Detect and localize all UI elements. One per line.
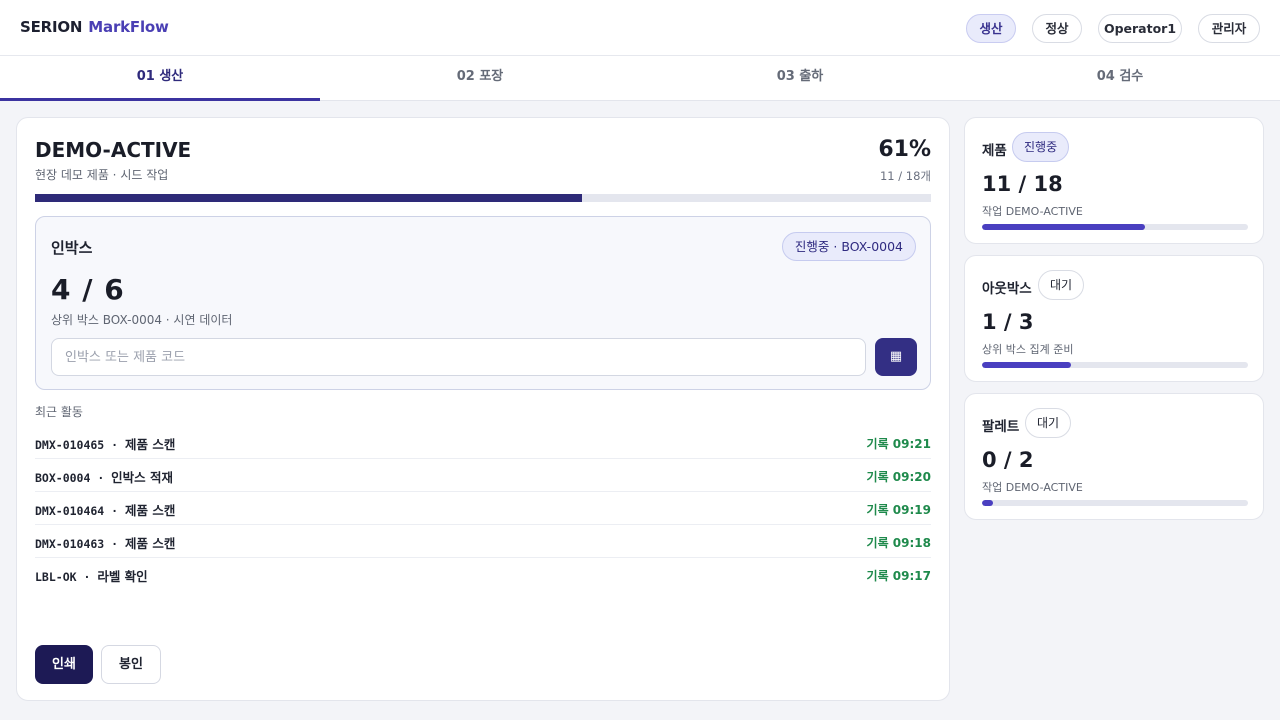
production-panel: DEMO-ACTIVE 현장 데모 제품 · 시드 작업 61% 11 / 18… bbox=[16, 117, 950, 701]
card-count: 1 / 3 bbox=[982, 310, 1034, 334]
barcode-icon: ▦ bbox=[889, 349, 903, 364]
seal-button[interactable]: 봉인 bbox=[101, 645, 161, 684]
activity-code: DMX-010465 bbox=[35, 438, 105, 452]
job-percent: 61% bbox=[878, 137, 931, 162]
activity-time: 기록 09:19 bbox=[866, 503, 931, 517]
activity-separator: · bbox=[90, 471, 112, 485]
activity-row: DMX-010463 · 제품 스캔 기록 09:18 bbox=[35, 525, 931, 558]
recent-activity-list: DMX-010465 · 제품 스캔 기록 09:21 BOX-0004 · 인… bbox=[35, 426, 931, 591]
status-badge: 진행중 bbox=[1012, 132, 1070, 162]
activity-action: 인박스 적재 bbox=[111, 470, 174, 485]
app-header: SERION MarkFlow 생산 정상 Operator1 관리자 bbox=[0, 0, 1280, 56]
activity-time: 기록 09:18 bbox=[866, 536, 931, 550]
activity-time: 기록 09:17 bbox=[866, 569, 931, 583]
activity-separator: · bbox=[104, 537, 126, 551]
job-title: DEMO-ACTIVE bbox=[35, 138, 192, 162]
card-title: 팔레트 bbox=[982, 419, 1020, 435]
status-badge: 대기 bbox=[1038, 270, 1085, 300]
card-progress-fill bbox=[982, 500, 993, 506]
brand-logo[interactable]: SERION MarkFlow bbox=[20, 18, 169, 36]
activity-code: LBL-OK bbox=[35, 570, 77, 584]
activity-time: 기록 09:21 bbox=[866, 437, 931, 451]
card-subtitle: 상위 박스 집계 준비 bbox=[982, 343, 1074, 356]
activity-row: BOX-0004 · 인박스 적재 기록 09:20 bbox=[35, 459, 931, 492]
job-progress-bar bbox=[35, 194, 931, 202]
job-subtitle: 현장 데모 제품 · 시드 작업 bbox=[35, 168, 169, 182]
tab-shipping[interactable]: 03 출하 bbox=[640, 56, 960, 100]
scan-button[interactable]: ▦ bbox=[875, 338, 917, 376]
job-count: 11 / 18개 bbox=[879, 169, 931, 183]
outbox-summary-card: 아웃박스 대기 1 / 3 상위 박스 집계 준비 bbox=[964, 255, 1264, 382]
activity-row: LBL-OK · 라벨 확인 기록 09:17 bbox=[35, 558, 931, 591]
activity-action: 제품 스캔 bbox=[125, 437, 176, 452]
status-badge: 대기 bbox=[1025, 408, 1072, 438]
card-title: 제품 bbox=[982, 143, 1007, 159]
activity-action: 제품 스캔 bbox=[125, 536, 176, 551]
status-pill-normal[interactable]: 정상 bbox=[1032, 14, 1082, 43]
scan-code-input[interactable] bbox=[51, 338, 866, 376]
card-subtitle: 작업 DEMO-ACTIVE bbox=[982, 481, 1083, 494]
inbox-title: 인박스 bbox=[51, 239, 93, 257]
activity-action: 제품 스캔 bbox=[125, 503, 176, 518]
card-subtitle: 작업 DEMO-ACTIVE bbox=[982, 205, 1083, 218]
activity-separator: · bbox=[76, 570, 98, 584]
activity-action: 라벨 확인 bbox=[97, 569, 148, 584]
tab-inspection[interactable]: 04 검수 bbox=[960, 56, 1280, 100]
activity-code: DMX-010463 bbox=[35, 537, 105, 551]
recent-activity-label: 최근 활동 bbox=[35, 405, 83, 419]
inbox-subtitle: 상위 박스 BOX-0004 · 시연 데이터 bbox=[51, 313, 233, 327]
pallet-summary-card: 팔레트 대기 0 / 2 작업 DEMO-ACTIVE bbox=[964, 393, 1264, 520]
job-progress-fill bbox=[35, 194, 582, 202]
activity-row: DMX-010464 · 제품 스캔 기록 09:19 bbox=[35, 492, 931, 525]
step-tabs: 01 생산 02 포장 03 출하 04 검수 bbox=[0, 56, 1280, 101]
admin-pill[interactable]: 관리자 bbox=[1198, 14, 1260, 43]
activity-time: 기록 09:20 bbox=[866, 470, 931, 484]
line-pill-production[interactable]: 생산 bbox=[966, 14, 1016, 43]
card-count: 11 / 18 bbox=[982, 172, 1063, 196]
activity-code: DMX-010464 bbox=[35, 504, 105, 518]
inbox-card: 인박스 진행중 · BOX-0004 4 / 6 상위 박스 BOX-0004 … bbox=[35, 216, 931, 390]
card-progress-bar bbox=[982, 500, 1248, 506]
product-summary-card: 제품 진행중 11 / 18 작업 DEMO-ACTIVE bbox=[964, 117, 1264, 244]
brand-product: MarkFlow bbox=[88, 18, 169, 36]
inbox-count: 4 / 6 bbox=[51, 273, 125, 306]
inbox-status-badge: 진행중 · BOX-0004 bbox=[781, 232, 916, 261]
brand-name: SERION bbox=[20, 18, 83, 36]
operator-pill[interactable]: Operator1 bbox=[1098, 14, 1182, 43]
activity-separator: · bbox=[104, 438, 126, 452]
tab-packing[interactable]: 02 포장 bbox=[320, 56, 640, 100]
card-progress-bar bbox=[982, 224, 1248, 230]
activity-separator: · bbox=[104, 504, 126, 518]
card-progress-fill bbox=[982, 362, 1071, 368]
print-button[interactable]: 인쇄 bbox=[35, 645, 93, 684]
tab-production[interactable]: 01 생산 bbox=[0, 56, 320, 101]
activity-code: BOX-0004 bbox=[35, 471, 91, 485]
card-progress-bar bbox=[982, 362, 1248, 368]
activity-row: DMX-010465 · 제품 스캔 기록 09:21 bbox=[35, 426, 931, 459]
card-progress-fill bbox=[982, 224, 1145, 230]
card-title: 아웃박스 bbox=[982, 281, 1032, 297]
card-count: 0 / 2 bbox=[982, 448, 1034, 472]
